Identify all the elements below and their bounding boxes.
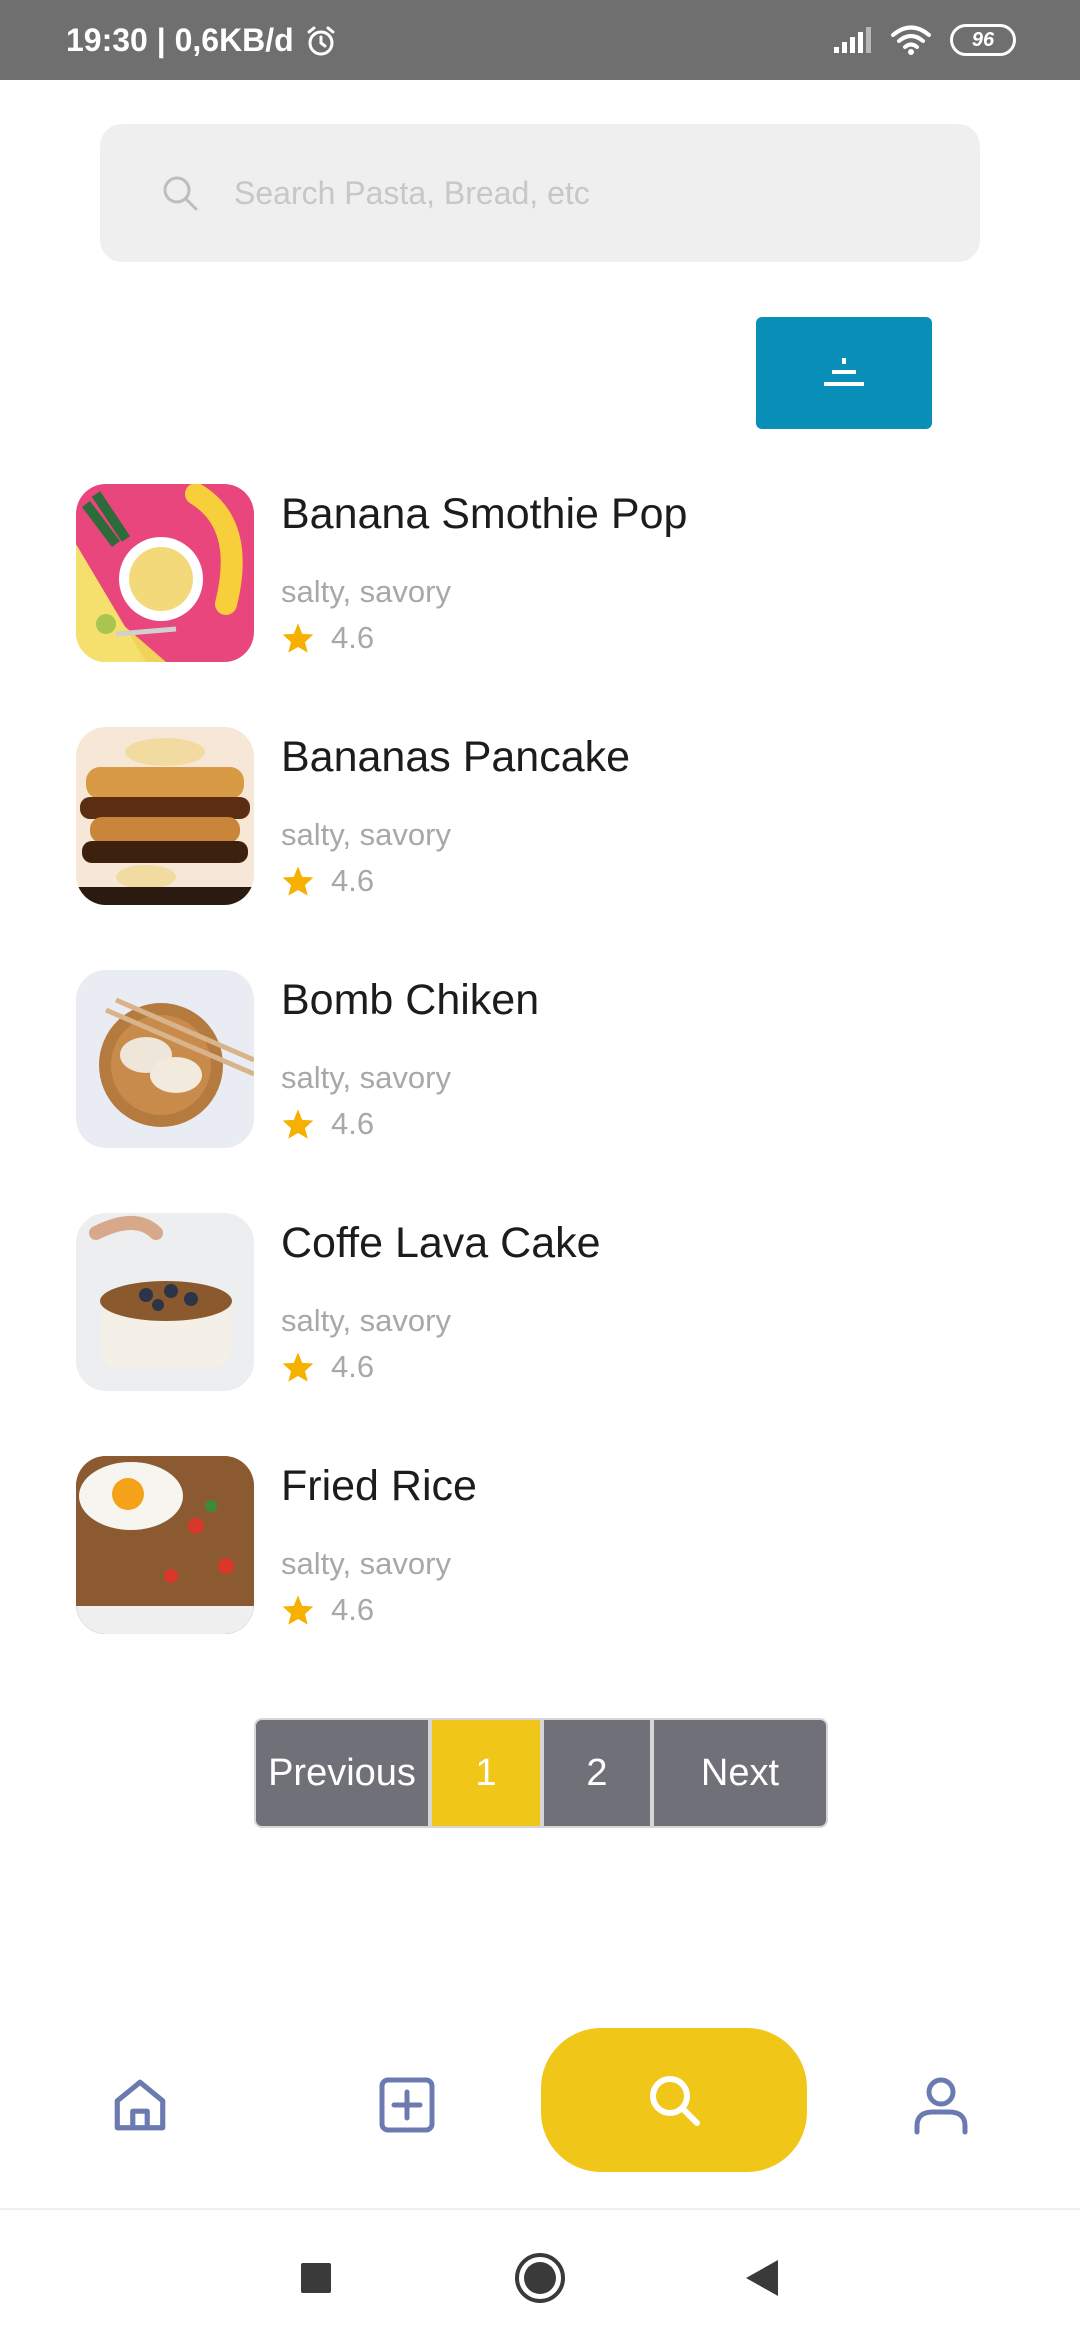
food-title: Bananas Pancake (281, 733, 631, 781)
filter-icon (824, 358, 864, 386)
food-tags: salty, savory (281, 1546, 451, 1581)
food-tags: salty, savory (281, 1303, 451, 1338)
filter-button[interactable] (756, 317, 932, 429)
list-item[interactable]: Banana Smothie Pop salty, savory 4.6 (76, 480, 996, 662)
home-system-button[interactable] (512, 2250, 568, 2306)
food-title: Bomb Chiken (281, 976, 540, 1024)
star-icon (282, 623, 314, 653)
star-icon (282, 1352, 314, 1382)
rating-value: 4.6 (331, 620, 375, 655)
nav-home-button[interactable] (105, 2070, 175, 2140)
list-item[interactable]: Coffe Lava Cake salty, savory 4.6 (76, 1209, 996, 1391)
nav-add-button[interactable] (372, 2070, 442, 2140)
food-image-coffe-lava-cake (76, 1213, 254, 1391)
status-bar: 19:30 | 0,6KB/d 96 (0, 0, 1080, 80)
back-triangle-icon (746, 2260, 778, 2296)
pagination: Previous 1 2 Next (254, 1718, 828, 1828)
food-tags: salty, savory (281, 1060, 451, 1095)
food-rating: 4.6 (281, 1106, 374, 1142)
rating-value: 4.6 (331, 863, 375, 898)
rating-value: 4.6 (331, 1349, 375, 1384)
circle-icon (515, 2253, 565, 2303)
food-title: Banana Smothie Pop (281, 490, 688, 538)
star-icon (282, 866, 314, 896)
rating-value: 4.6 (331, 1106, 375, 1141)
food-rating: 4.6 (281, 1592, 374, 1628)
food-image-bananas-pancake (76, 727, 254, 905)
food-rating: 4.6 (281, 863, 374, 899)
food-title: Fried Rice (281, 1462, 477, 1510)
bottom-nav (0, 2000, 1080, 2210)
nav-search-button[interactable] (541, 2028, 807, 2172)
battery-level: 96 (971, 28, 995, 51)
search-icon (163, 176, 198, 211)
search-box[interactable] (100, 124, 980, 262)
search-icon (650, 2076, 700, 2126)
star-icon (282, 1595, 314, 1625)
page-1-button[interactable]: 1 (430, 1718, 542, 1828)
signal-icon (834, 27, 871, 53)
next-page-button[interactable]: Next (652, 1718, 828, 1828)
square-icon (301, 2263, 331, 2293)
recents-button[interactable] (288, 2250, 344, 2306)
food-image-banana-smoothie (76, 484, 254, 662)
list-item[interactable]: Fried Rice salty, savory 4.6 (76, 1452, 996, 1634)
home-icon (114, 2079, 166, 2131)
list-item[interactable]: Bomb Chiken salty, savory 4.6 (76, 966, 996, 1148)
food-tags: salty, savory (281, 817, 451, 852)
battery-indicator: 96 (950, 24, 1016, 56)
nav-profile-button[interactable] (906, 2070, 976, 2140)
previous-page-button[interactable]: Previous (254, 1718, 430, 1828)
search-input[interactable] (234, 124, 934, 262)
food-title: Coffe Lava Cake (281, 1219, 601, 1267)
list-item[interactable]: Bananas Pancake salty, savory 4.6 (76, 723, 996, 905)
food-tags: salty, savory (281, 574, 451, 609)
back-button[interactable] (734, 2250, 790, 2306)
wifi-icon (891, 25, 931, 55)
page-2-button[interactable]: 2 (542, 1718, 652, 1828)
status-left: 19:30 | 0,6KB/d (66, 22, 338, 59)
rating-value: 4.6 (331, 1592, 375, 1627)
star-icon (282, 1109, 314, 1139)
food-rating: 4.6 (281, 620, 374, 656)
food-image-fried-rice (76, 1456, 254, 1634)
status-time: 19:30 | 0,6KB/d (66, 22, 294, 58)
profile-icon (914, 2077, 968, 2135)
alarm-icon (307, 26, 335, 55)
food-rating: 4.6 (281, 1349, 374, 1385)
status-right: 96 (832, 24, 1016, 56)
system-nav (0, 2212, 1080, 2340)
add-icon (379, 2077, 435, 2133)
food-image-bomb-chiken (76, 970, 254, 1148)
